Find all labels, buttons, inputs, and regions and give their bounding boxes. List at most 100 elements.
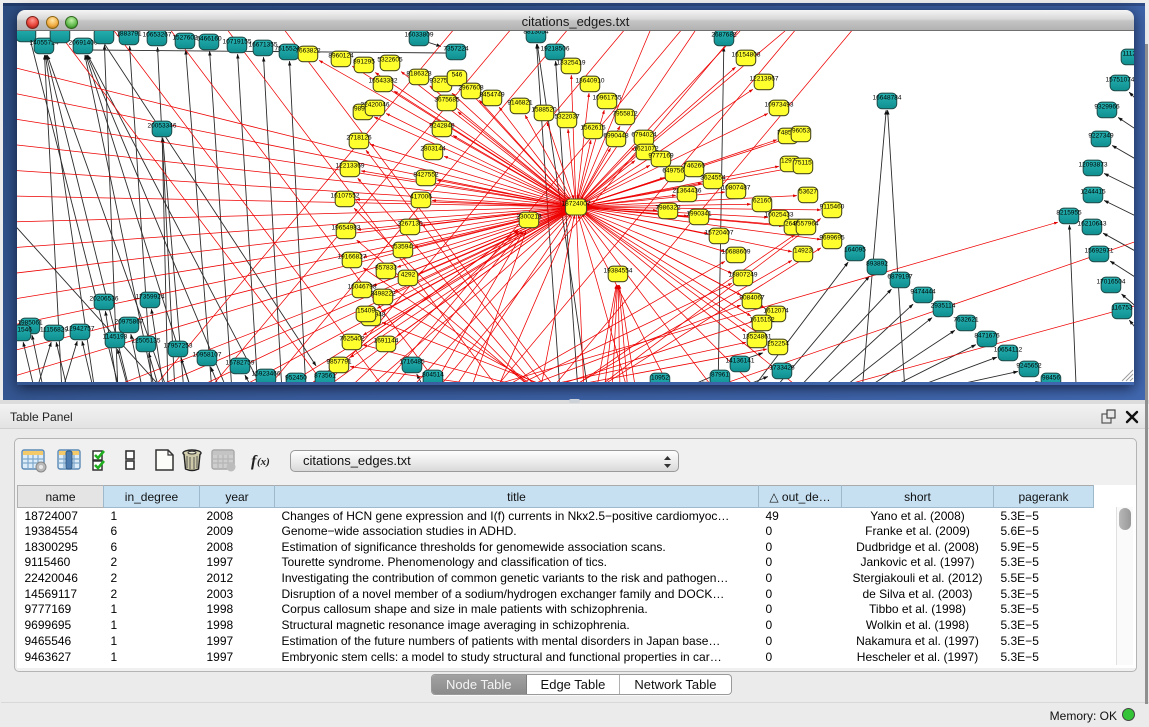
svg-text:14136141: 14136141 — [726, 358, 755, 365]
svg-text:12505135: 12505135 — [132, 338, 161, 345]
svg-text:18807249: 18807249 — [729, 272, 758, 279]
svg-text:16107552: 16107552 — [331, 193, 360, 200]
svg-text:17016504: 17016504 — [1097, 279, 1126, 286]
svg-text:10807487: 10807487 — [722, 185, 751, 192]
svg-text:10961755: 10961755 — [593, 95, 622, 102]
svg-text:15720407: 15720407 — [705, 230, 734, 237]
svg-text:15409: 15409 — [357, 308, 375, 315]
svg-text:164095: 164095 — [844, 247, 866, 254]
svg-text:14923: 14923 — [794, 248, 812, 255]
svg-text:6879197: 6879197 — [887, 274, 913, 281]
svg-text:5322037: 5322037 — [554, 114, 580, 121]
svg-text:16543382: 16543382 — [369, 78, 398, 85]
svg-text:1716485: 1716485 — [399, 359, 425, 366]
svg-text:2935114: 2935114 — [931, 303, 956, 310]
svg-text:20053346: 20053346 — [148, 123, 177, 130]
svg-text:1691144: 1691144 — [374, 338, 399, 345]
svg-text:(x): (x) — [257, 456, 270, 468]
svg-text:2687682: 2687682 — [711, 32, 737, 39]
svg-text:15751074: 15751074 — [1106, 77, 1134, 84]
svg-text:75115: 75115 — [794, 160, 812, 167]
svg-text:12213967: 12213967 — [750, 76, 779, 83]
svg-text:98456: 98456 — [1042, 375, 1060, 382]
svg-text:11123: 11123 — [1122, 51, 1134, 58]
svg-text:20975867: 20975867 — [115, 319, 144, 326]
svg-text:17957253: 17957253 — [164, 343, 193, 350]
svg-text:3498222: 3498222 — [370, 291, 396, 298]
svg-text:17359924: 17359924 — [136, 294, 165, 301]
svg-text:7663822: 7663822 — [295, 48, 321, 55]
svg-text:2967608: 2967608 — [458, 85, 484, 92]
svg-text:417006: 417006 — [410, 194, 432, 201]
svg-text:10654112: 10654112 — [994, 347, 1023, 354]
svg-text:96053: 96053 — [792, 128, 810, 135]
svg-text:3624554: 3624554 — [700, 175, 726, 182]
svg-text:5322605: 5322605 — [377, 57, 403, 64]
svg-text:2803144: 2803144 — [420, 146, 446, 153]
svg-text:1612074: 1612074 — [763, 308, 789, 315]
svg-text:8454749: 8454749 — [479, 92, 505, 99]
svg-text:16648784: 16648784 — [873, 95, 902, 102]
svg-text:9146821: 9146821 — [507, 100, 533, 107]
svg-text:1588520: 1588520 — [531, 107, 557, 114]
svg-text:13640910: 13640910 — [576, 78, 605, 85]
svg-text:10958107: 10958107 — [193, 352, 222, 359]
svg-text:87961: 87961 — [711, 372, 729, 379]
svg-text:16033809: 16033809 — [405, 32, 434, 39]
svg-text:8186323: 8186323 — [406, 71, 432, 78]
svg-text:10025433: 10025433 — [765, 212, 794, 219]
svg-text:8813054: 8813054 — [523, 31, 549, 36]
svg-text:9474444: 9474444 — [910, 289, 936, 296]
svg-text:8215955: 8215955 — [1056, 210, 1082, 217]
svg-text:8427552: 8427552 — [413, 172, 439, 179]
svg-text:19218506: 19218506 — [541, 46, 570, 53]
svg-text:6466160: 6466160 — [196, 36, 222, 43]
svg-text:16154808: 16154808 — [732, 52, 761, 59]
svg-text:7357224: 7357224 — [443, 46, 469, 53]
svg-text:12942757: 12942757 — [66, 326, 95, 333]
svg-text:12093873: 12093873 — [1079, 162, 1108, 169]
svg-text:15923466: 15923466 — [252, 371, 281, 378]
svg-text:1527602: 1527602 — [172, 35, 198, 42]
svg-text:9227349: 9227349 — [1088, 133, 1114, 140]
svg-text:1562615: 1562615 — [580, 125, 606, 132]
svg-text:9084067: 9084067 — [739, 295, 765, 302]
svg-text:9115460: 9115460 — [820, 204, 845, 211]
svg-text:19384554: 19384554 — [604, 268, 633, 275]
svg-text:2718126: 2718126 — [346, 135, 372, 142]
svg-text:9329966: 9329966 — [1094, 104, 1120, 111]
svg-text:1244415: 1244415 — [1080, 189, 1106, 196]
svg-text:746266: 746266 — [683, 163, 705, 170]
svg-text:53594: 53594 — [394, 244, 412, 251]
svg-text:19166827: 19166827 — [338, 254, 367, 261]
svg-text:9245652: 9245652 — [1016, 363, 1042, 370]
svg-text:12213369: 12213369 — [336, 163, 365, 170]
svg-text:7955812: 7955812 — [612, 111, 638, 118]
svg-text:9857791: 9857791 — [326, 359, 352, 366]
svg-text:10653267: 10653267 — [143, 32, 172, 39]
svg-text:891295: 891295 — [353, 59, 375, 66]
svg-text:7986322: 7986322 — [655, 205, 681, 212]
svg-text:10973493: 10973493 — [765, 102, 794, 109]
svg-text:893892: 893892 — [866, 261, 888, 268]
svg-text:873561: 873561 — [314, 373, 336, 380]
svg-text:53627: 53627 — [799, 189, 817, 196]
svg-text:10952: 10952 — [651, 375, 669, 382]
svg-text:857833: 857833 — [375, 265, 397, 272]
svg-text:6990448: 6990448 — [603, 133, 629, 140]
svg-text:20206536: 20206536 — [90, 296, 119, 303]
svg-text:4292: 4292 — [401, 272, 416, 279]
svg-text:18724007: 18724007 — [562, 201, 591, 208]
svg-text:391546: 391546 — [17, 327, 32, 334]
svg-text:9557964: 9557964 — [793, 221, 819, 228]
svg-text:9699695: 9699695 — [819, 235, 845, 242]
svg-text:7632621: 7632621 — [953, 317, 979, 324]
svg-text:16671355: 16671355 — [249, 42, 278, 49]
svg-text:21364436: 21364436 — [673, 188, 702, 195]
svg-text:10719155: 10719155 — [223, 39, 252, 46]
svg-text:1145193: 1145193 — [103, 334, 128, 341]
svg-text:546: 546 — [452, 72, 463, 79]
svg-text:1733426: 1733426 — [769, 365, 795, 372]
svg-text:9242848: 9242848 — [429, 123, 455, 130]
svg-text:1883791: 1883791 — [116, 31, 142, 38]
